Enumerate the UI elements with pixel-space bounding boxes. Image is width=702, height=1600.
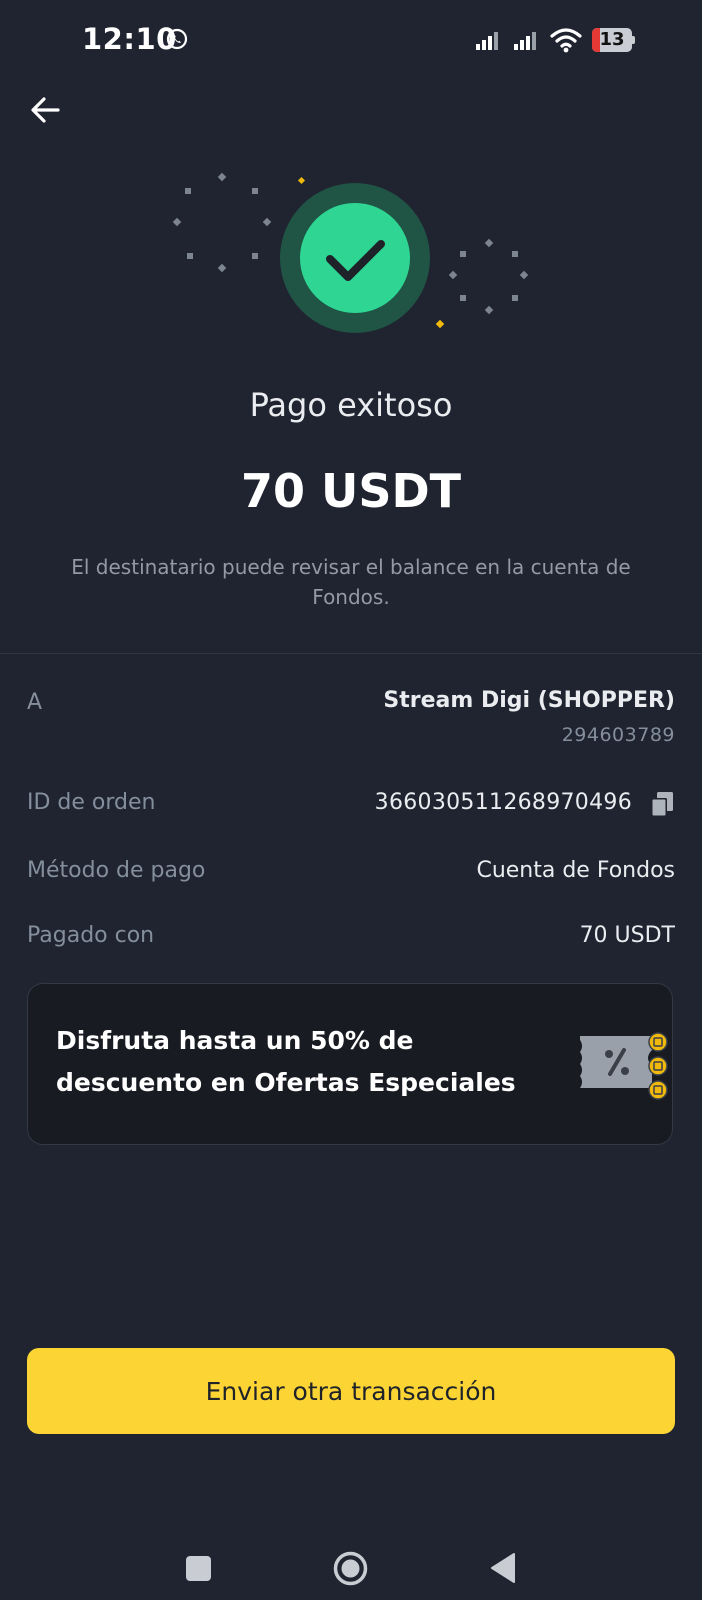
arrow-left-icon[interactable] — [24, 92, 68, 128]
whatsapp-icon — [166, 28, 188, 50]
promo-banner[interactable]: Disfruta hasta un 50% de descuento en Of… — [27, 983, 673, 1145]
coupon-icon — [580, 1032, 668, 1100]
success-illustration — [172, 172, 529, 333]
recents-square-icon[interactable] — [186, 1556, 211, 1581]
recipient-label: A — [27, 690, 43, 715]
copy-icon[interactable] — [649, 790, 675, 818]
paid-with-value: 70 USDT — [579, 923, 675, 948]
recipient-name: Stream Digi (SHOPPER) — [383, 688, 675, 713]
status-time: 12:10 — [82, 22, 177, 56]
recipient-id: 294603789 — [561, 724, 675, 746]
paid-with-label: Pagado con — [27, 923, 155, 948]
back-triangle-icon[interactable] — [490, 1552, 516, 1584]
home-circle-icon[interactable] — [333, 1551, 368, 1586]
info-note: El destinatario puede revisar el balance… — [71, 555, 631, 609]
payment-method-label: Método de pago — [27, 858, 206, 883]
payment-amount: 70 USDT — [240, 464, 462, 518]
wifi-icon — [550, 28, 582, 53]
order-id-label: ID de orden — [27, 790, 156, 815]
send-another-button[interactable]: Enviar otra transacción — [27, 1348, 675, 1434]
promo-text: Disfruta hasta un 50% de descuento en Of… — [56, 1026, 516, 1097]
signal-icon — [476, 32, 498, 50]
page-title: Pago exitoso — [249, 386, 453, 424]
battery-icon: 13 — [592, 28, 635, 52]
signal-icon — [514, 32, 536, 50]
payment-method-value: Cuenta de Fondos — [476, 858, 675, 883]
check-icon-circle — [300, 203, 410, 313]
system-nav-bar — [0, 1520, 702, 1600]
status-bar: 12:10 13 — [0, 0, 702, 84]
order-id-value: 366030511268970496 — [374, 790, 632, 815]
battery-level: 13 — [599, 29, 625, 50]
divider — [0, 653, 702, 654]
